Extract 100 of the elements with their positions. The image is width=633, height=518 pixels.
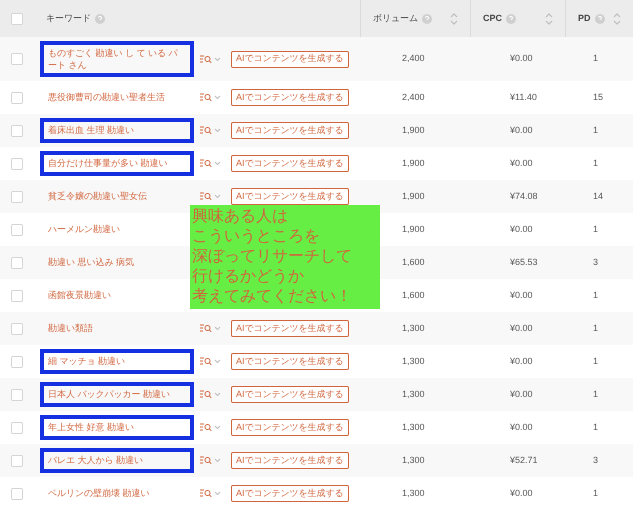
cpc-cell-text: ¥0.00 — [509, 388, 534, 401]
keyword-link[interactable]: 貧乏令嬢の勘違い聖女伝 — [40, 184, 194, 209]
serp-dropdown[interactable] — [200, 422, 221, 432]
keyword-link[interactable]: 着床出血 生理 勘違い — [40, 118, 194, 143]
help-icon — [594, 14, 605, 24]
generate-content-button[interactable]: AIでコンテンツを生成する — [231, 418, 349, 436]
chevron-down-icon — [214, 94, 221, 100]
help-icon — [95, 14, 105, 24]
cpc-cell-text: ¥0.00 — [509, 420, 534, 434]
volume-cell-text: 1,300 — [401, 388, 426, 401]
row-checkbox[interactable] — [11, 290, 23, 302]
column-header[interactable]: キーワード — [34, 0, 360, 37]
keyword-link[interactable]: 悪役御曹司の勘違い聖者生活 — [40, 85, 194, 110]
list-search-icon — [200, 455, 212, 466]
generate-content-button[interactable]: AIでコンテンツを生成する — [231, 452, 349, 469]
volume-cell-text: 1,900 — [401, 124, 426, 137]
serp-dropdown[interactable] — [200, 125, 221, 136]
cpc-cell-text: ¥0.00 — [509, 486, 534, 500]
row-checkbox[interactable] — [11, 124, 23, 136]
pd-cell-text: 1 — [592, 322, 600, 335]
generate-content-button[interactable]: AIでコンテンツを生成する — [231, 386, 349, 403]
generate-content-button[interactable]: AIでコンテンツを生成する — [231, 320, 349, 337]
sort-icon[interactable] — [450, 12, 458, 26]
row-checkbox[interactable] — [11, 12, 23, 24]
sort-icon[interactable] — [545, 12, 553, 26]
row-checkbox[interactable] — [11, 356, 23, 368]
serp-dropdown[interactable] — [200, 455, 221, 466]
generate-content-button[interactable]: AIでコンテンツを生成する — [231, 88, 349, 106]
volume-cell-text: 1,300 — [401, 354, 426, 368]
keyword-link[interactable]: 函館夜景勘違い — [40, 283, 194, 308]
volume-cell-text: 1,600 — [401, 256, 426, 269]
generate-content-button[interactable]: AIでコンテンツを生成する — [231, 50, 349, 68]
chevron-down-icon — [214, 490, 221, 496]
generate-content-button[interactable]: AIでコンテンツを生成する — [231, 122, 349, 139]
serp-dropdown[interactable] — [200, 488, 221, 498]
row-checkbox[interactable] — [11, 322, 23, 334]
keyword-link[interactable]: 勘違い類語 — [40, 316, 194, 341]
row-checkbox[interactable] — [11, 53, 23, 65]
cpc-cell-text: ¥0.00 — [509, 124, 534, 137]
generate-content-button[interactable]: AIでコンテンツを生成する — [231, 352, 349, 370]
chevron-down-icon — [214, 160, 221, 166]
keyword-link[interactable]: ベルリンの壁崩壊 勘違い — [40, 481, 194, 506]
pd-cell-text: 1 — [592, 156, 600, 170]
pd-cell-text: 3 — [592, 256, 600, 269]
help-icon — [422, 14, 432, 24]
list-search-icon — [200, 488, 212, 498]
row-checkbox[interactable] — [11, 488, 23, 500]
generate-content-button[interactable]: AIでコンテンツを生成する — [231, 154, 349, 172]
generate-content-button[interactable]: AIでコンテンツを生成する — [231, 188, 349, 205]
serp-dropdown[interactable] — [200, 389, 221, 400]
keyword-link[interactable]: 自分だけ仕事量が多い 勘違い — [40, 151, 194, 176]
cpc-cell-text: ¥0.00 — [509, 156, 534, 170]
volume-cell-text: 1,300 — [401, 454, 426, 467]
serp-dropdown[interactable] — [200, 92, 221, 102]
volume-cell-text: 1,300 — [401, 420, 426, 434]
generate-content-button[interactable]: AIでコンテンツを生成する — [231, 484, 349, 502]
pd-cell-text: 1 — [592, 486, 600, 500]
pd-cell-text: 1 — [592, 222, 600, 236]
chevron-down-icon — [214, 194, 221, 199]
chevron-down-icon — [214, 458, 221, 463]
keyword-link[interactable]: 日本人 バックパッカー 勘違い — [40, 382, 194, 407]
cpc-cell-text: ¥11.40 — [509, 90, 538, 104]
note-line: 考えてみてください！ — [192, 287, 353, 307]
serp-dropdown[interactable] — [200, 191, 221, 202]
keyword-link[interactable]: 年上女性 好意 勘違い — [40, 415, 194, 440]
serp-dropdown[interactable] — [200, 323, 221, 334]
keyword-link[interactable]: 勘違い 思い込み 病気 — [40, 250, 194, 275]
row-checkbox[interactable] — [11, 454, 23, 466]
row-checkbox[interactable] — [11, 256, 23, 268]
cpc-cell-text: ¥65.53 — [509, 256, 539, 269]
row-checkbox[interactable] — [11, 422, 23, 434]
volume-cell-text: 2,400 — [401, 52, 426, 66]
keyword-link[interactable]: ものすごく 勘違い し て いる パート さん — [40, 40, 194, 78]
keyword-link[interactable]: バレエ 大人から 勘違い — [40, 448, 194, 473]
cpc-cell-text: ¥74.08 — [509, 190, 539, 203]
keyword-link[interactable]: ハーメルン勘違い — [40, 217, 194, 242]
row-checkbox[interactable] — [11, 388, 23, 400]
cpc-cell-text: ¥0.00 — [509, 322, 534, 335]
row-checkbox[interactable] — [11, 190, 23, 202]
list-search-icon — [200, 323, 212, 334]
volume-cell-text: 2,400 — [401, 90, 426, 104]
row-checkbox[interactable] — [11, 224, 23, 236]
chevron-down-icon — [214, 358, 221, 364]
sort-icon[interactable] — [613, 12, 621, 26]
volume-cell-text: 1,300 — [401, 322, 426, 335]
pd-cell-text: 1 — [592, 52, 600, 66]
keyword-link[interactable]: 細 マッチョ 勘違い — [40, 349, 194, 374]
serp-dropdown[interactable] — [200, 54, 221, 64]
list-search-icon — [200, 356, 212, 366]
pd-cell-text: 1 — [592, 420, 600, 434]
cpc-cell-text: ¥0.00 — [509, 222, 534, 236]
list-search-icon — [200, 389, 212, 400]
pd-cell-text: 1 — [592, 388, 600, 401]
row-checkbox[interactable] — [11, 158, 23, 170]
serp-dropdown[interactable] — [200, 356, 221, 366]
chevron-down-icon — [214, 424, 221, 430]
serp-dropdown[interactable] — [200, 158, 221, 168]
chevron-down-icon — [214, 56, 221, 62]
pd-cell-text: 3 — [592, 454, 600, 467]
row-checkbox[interactable] — [11, 92, 23, 104]
